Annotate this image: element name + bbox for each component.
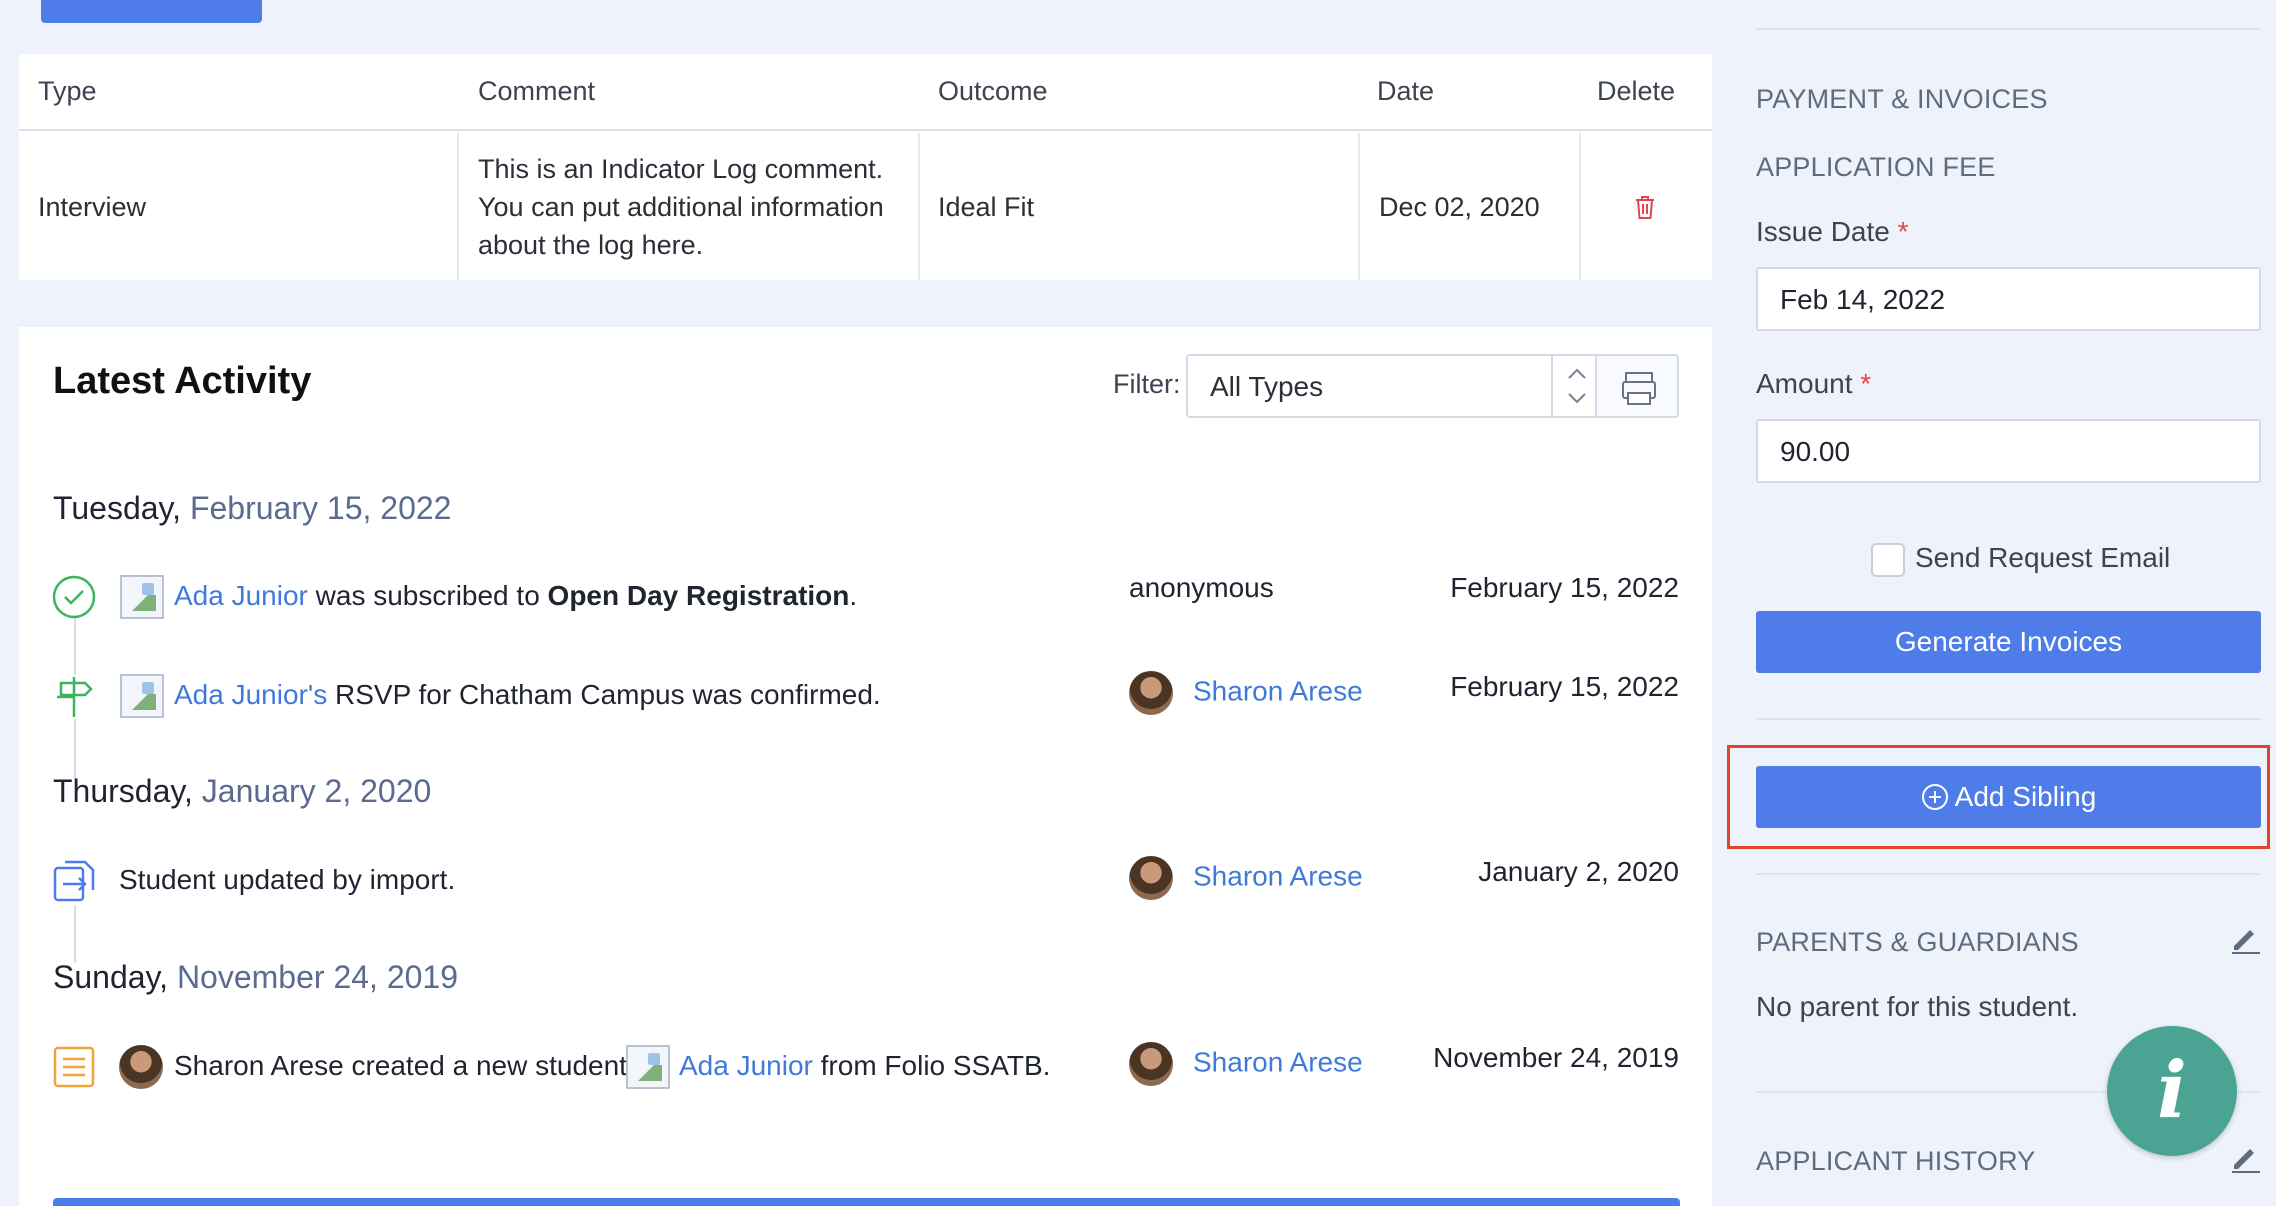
cell-date: Dec 02, 2020 [1379,191,1540,222]
col-type: Type [38,76,97,106]
printer-icon [1622,372,1656,405]
col-delete: Delete [1597,76,1676,106]
filter-value: All Types [1210,371,1324,402]
check-circle-icon [51,574,97,620]
entry-date: February 15, 2022 [1450,572,1679,603]
issue-date-label: Issue Date * [1756,216,1909,247]
student-photo-icon [120,575,164,619]
student-photo-icon [626,1045,670,1089]
send-email-checkbox[interactable] [1871,542,1905,577]
actor: anonymous [1129,572,1274,603]
table-row: Interview This is an Indicator Log comme… [19,133,1712,280]
print-button[interactable] [1595,354,1679,418]
list-item: Student updated by import. Sharon Arese … [19,852,1712,912]
actor-link[interactable]: Sharon Arese [1129,1042,1363,1086]
generate-invoices-button[interactable]: Generate Invoices [1756,611,2261,673]
highlight-box [1727,745,2270,849]
send-request-email-option[interactable]: Send Request Email [1871,542,2170,577]
table-header: Type Comment Outcome Date Delete [19,54,1712,131]
activity-title: Latest Activity [53,360,312,402]
avatar [119,1045,163,1089]
student-photo-icon [120,674,164,718]
issue-date-field[interactable]: Feb 14, 2022 [1756,267,2261,331]
entry-date: November 24, 2019 [1433,1042,1679,1073]
avatar [1129,856,1173,900]
cell-comment: This is an Indicator Log comment. You ca… [478,153,884,260]
filter-label: Filter: [1113,369,1181,399]
avatar [1129,1042,1173,1086]
student-link[interactable]: Ada Junior [174,580,308,611]
no-parent-text: No parent for this student. [1756,991,2079,1022]
history-section-title: APPLICANT HISTORY [1756,1146,2036,1176]
sidebar: PAYMENT & INVOICES APPLICATION FEE Issue… [1721,0,2276,1206]
fee-section-title: APPLICATION FEE [1756,152,1996,182]
entry-text: Student updated by import. [119,864,456,895]
col-date: Date [1377,76,1435,106]
chevron-updown-icon[interactable] [1551,356,1599,416]
import-icon [51,858,97,904]
trash-icon[interactable] [1633,133,1657,280]
parents-section-title: PARENTS & GUARDIANS [1756,927,2079,957]
cell-outcome: Ideal Fit [938,191,1035,222]
entry-date: January 2, 2020 [1478,856,1679,887]
bottom-action-button[interactable] [53,1198,1680,1206]
avatar [1129,671,1173,715]
entry-date: February 15, 2022 [1450,671,1679,702]
amount-label: Amount * [1756,368,1872,399]
list-item: Ada Junior was subscribed to Open Day Re… [19,568,1712,628]
day-header: Sunday, November 24, 2019 [53,959,458,995]
amount-field[interactable]: 90.00 [1756,419,2261,483]
day-header: Tuesday, February 15, 2022 [53,490,452,526]
info-button[interactable]: i [2107,1026,2237,1156]
student-link[interactable]: Ada Junior's [174,679,327,710]
indicator-log-table: Type Comment Outcome Date Delete Intervi… [19,54,1712,280]
actor-link[interactable]: Sharon Arese [1129,856,1363,900]
list-item: Sharon Arese created a new student Ada J… [19,1038,1712,1098]
edit-icon[interactable] [2228,922,2262,956]
day-header: Thursday, January 2, 2020 [53,773,432,809]
list-item: Ada Junior's RSVP for Chatham Campus was… [19,667,1712,727]
col-outcome: Outcome [938,76,1048,106]
top-action-button[interactable] [41,0,262,23]
signpost-icon [51,673,97,719]
edit-icon[interactable] [2228,1141,2262,1175]
document-list-icon [51,1044,97,1090]
cell-type: Interview [38,191,147,222]
student-link[interactable]: Ada Junior [679,1050,813,1081]
latest-activity-panel: Latest Activity Filter: All Types Tuesda… [19,327,1712,1206]
filter-select[interactable]: All Types [1186,354,1601,418]
payment-section-title: PAYMENT & INVOICES [1756,84,2048,114]
col-comment: Comment [478,76,596,106]
actor-link[interactable]: Sharon Arese [1129,671,1363,715]
